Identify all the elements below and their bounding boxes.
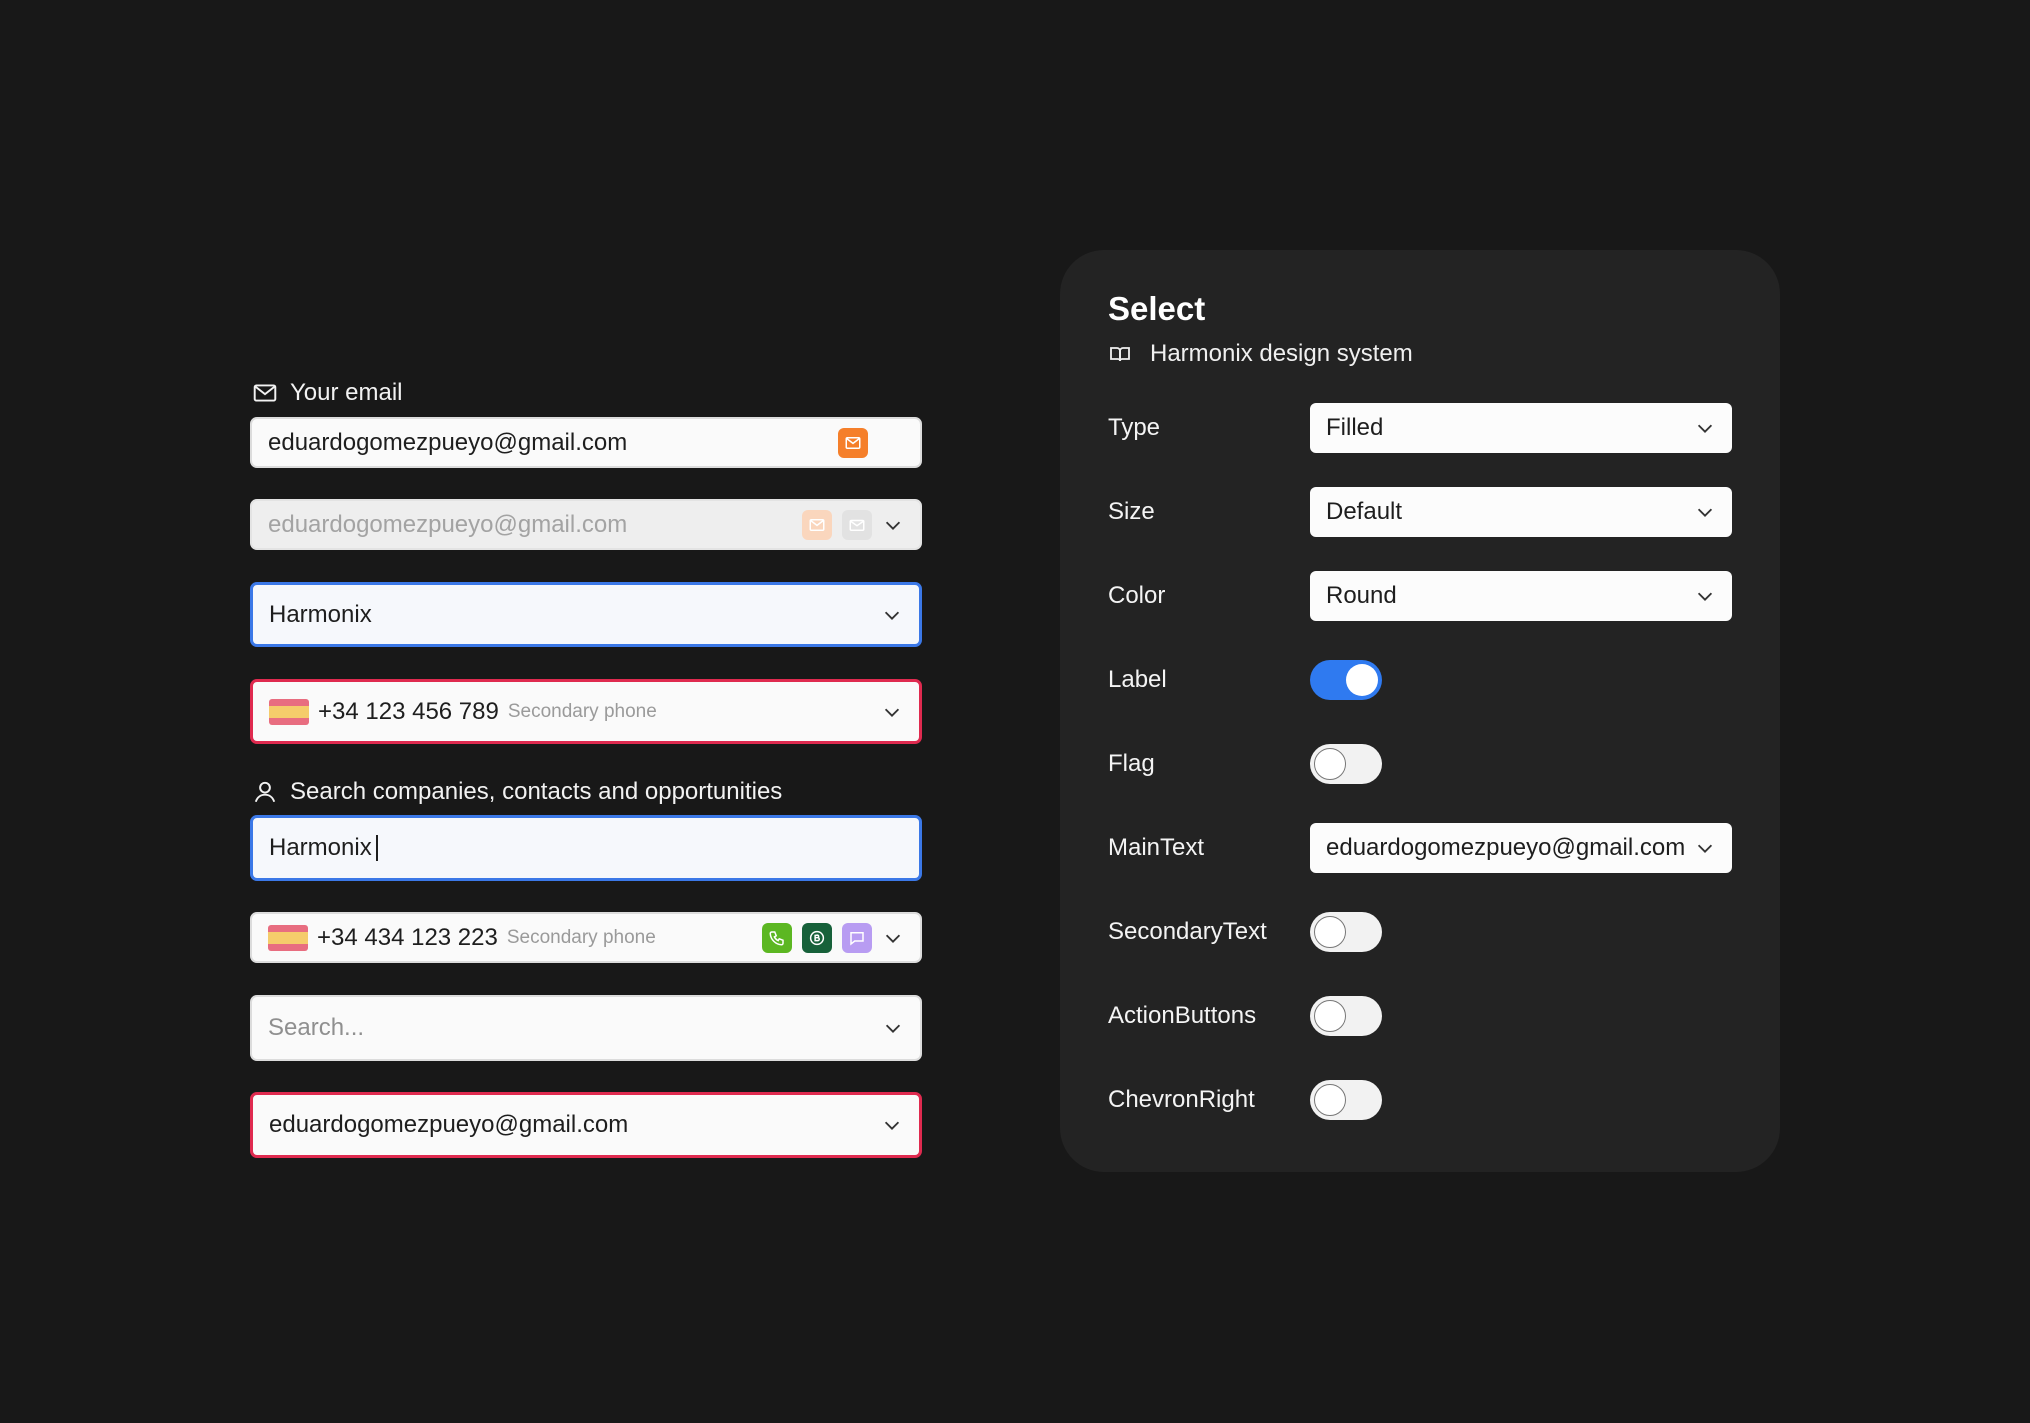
phone-select-error[interactable]: +34 123 456 789 Secondary phone	[250, 679, 922, 744]
search-select-typing[interactable]: Harmonix	[250, 815, 922, 881]
phone-secondary-text: Secondary phone	[507, 700, 657, 722]
toggle-knob	[1314, 916, 1346, 948]
prop-size-value: Default	[1326, 498, 1403, 525]
email-action-button[interactable]	[838, 427, 868, 458]
mail-icon	[845, 436, 861, 449]
secondary-mail-action-disabled	[842, 509, 872, 540]
phone-select-actions[interactable]: +34 434 123 223 Secondary phone	[250, 912, 922, 963]
toggle-knob	[1346, 664, 1378, 696]
mail-icon	[809, 518, 825, 531]
chevron-down-icon	[1697, 844, 1713, 853]
chevron-down-icon	[1697, 592, 1713, 601]
prop-size-label: Size	[1108, 498, 1155, 525]
mail-icon	[253, 384, 277, 402]
email-action-button-disabled	[802, 509, 832, 540]
email-value: eduardogomezpueyo@gmail.com	[268, 428, 628, 456]
prop-type-value: Filled	[1326, 414, 1384, 441]
phone-secondary-text: Secondary phone	[506, 926, 656, 948]
prop-type-select[interactable]: Filled	[1310, 403, 1732, 453]
prop-color-label: Color	[1108, 582, 1166, 609]
email-field-label: Your email	[252, 376, 403, 410]
email-select-error[interactable]: eduardogomezpueyo@gmail.com	[250, 1092, 922, 1158]
harmonix-select[interactable]: Harmonix	[250, 582, 922, 647]
email-label-text: Your email	[290, 379, 403, 406]
error-email-value: eduardogomezpueyo@gmail.com	[269, 1111, 629, 1138]
chevron-down-icon	[885, 1024, 901, 1033]
prop-color-select[interactable]: Round	[1310, 571, 1732, 621]
whatsapp-action-button[interactable]	[802, 922, 832, 953]
chevron-down-icon	[1697, 508, 1713, 517]
search-placeholder: Search...	[268, 1014, 365, 1041]
typing-value: Harmonix	[269, 834, 372, 861]
actionbuttons-toggle[interactable]	[1310, 996, 1382, 1036]
chevronright-toggle[interactable]	[1310, 1080, 1382, 1120]
message-action-button[interactable]	[842, 922, 872, 953]
email-select[interactable]: eduardogomezpueyo@gmail.com	[250, 417, 922, 468]
spain-flag	[269, 698, 309, 725]
chevron-down-icon	[884, 1121, 900, 1130]
prop-maintext-select[interactable]: eduardogomezpueyo@gmail.com	[1310, 823, 1732, 873]
message-icon	[850, 931, 864, 946]
mail-open-icon	[849, 519, 865, 531]
text-caret	[375, 835, 378, 861]
phone-value: +34 123 456 789	[318, 697, 499, 725]
chevron-down-icon	[884, 708, 900, 717]
chevron-down-icon	[885, 934, 901, 943]
toggle-knob	[1314, 1084, 1346, 1116]
disabled-email-value: eduardogomezpueyo@gmail.com	[268, 510, 628, 538]
panel-subtitle-text: Harmonix design system	[1150, 340, 1413, 367]
search-field-label: Search companies, contacts and opportuni…	[252, 775, 782, 809]
prop-size-select[interactable]: Default	[1310, 487, 1732, 537]
user-icon	[254, 781, 276, 803]
prop-maintext-label: MainText	[1108, 834, 1205, 861]
phone-value: +34 434 123 223	[317, 923, 498, 951]
panel-subtitle: Harmonix design system	[1108, 340, 1413, 368]
prop-actionbuttons-label: ActionButtons	[1108, 1002, 1257, 1029]
chevron-down-icon	[885, 521, 901, 530]
phone-icon	[769, 930, 784, 946]
properties-panel: Select Harmonix design system Type Fille…	[1060, 250, 1780, 1172]
harmonix-value: Harmonix	[269, 600, 372, 628]
search-select-empty[interactable]: Search...	[250, 995, 922, 1061]
whatsapp-icon	[809, 930, 825, 945]
toggle-knob	[1314, 1000, 1346, 1032]
toggle-knob	[1314, 748, 1346, 780]
search-label-text: Search companies, contacts and opportuni…	[290, 778, 783, 805]
prop-type-label: Type	[1108, 414, 1161, 441]
prop-color-value: Round	[1326, 582, 1397, 609]
flag-toggle[interactable]	[1310, 744, 1382, 784]
book-icon	[1110, 347, 1130, 362]
secondarytext-toggle[interactable]	[1310, 912, 1382, 952]
disabled-email-select: eduardogomezpueyo@gmail.com	[250, 499, 922, 550]
call-action-button[interactable]	[762, 922, 792, 953]
prop-label-label: Label	[1108, 666, 1167, 693]
spain-flag	[268, 924, 308, 951]
chevron-down-icon	[884, 611, 900, 620]
label-toggle[interactable]	[1310, 660, 1382, 700]
panel-title: Select	[1108, 290, 1206, 327]
prop-secondarytext-label: SecondaryText	[1108, 918, 1267, 945]
prop-chevronright-label: ChevronRight	[1108, 1086, 1255, 1113]
prop-flag-label: Flag	[1108, 750, 1155, 777]
prop-maintext-value: eduardogomezpueyo@gmail.com	[1326, 834, 1684, 861]
chevron-down-icon	[1697, 424, 1713, 433]
